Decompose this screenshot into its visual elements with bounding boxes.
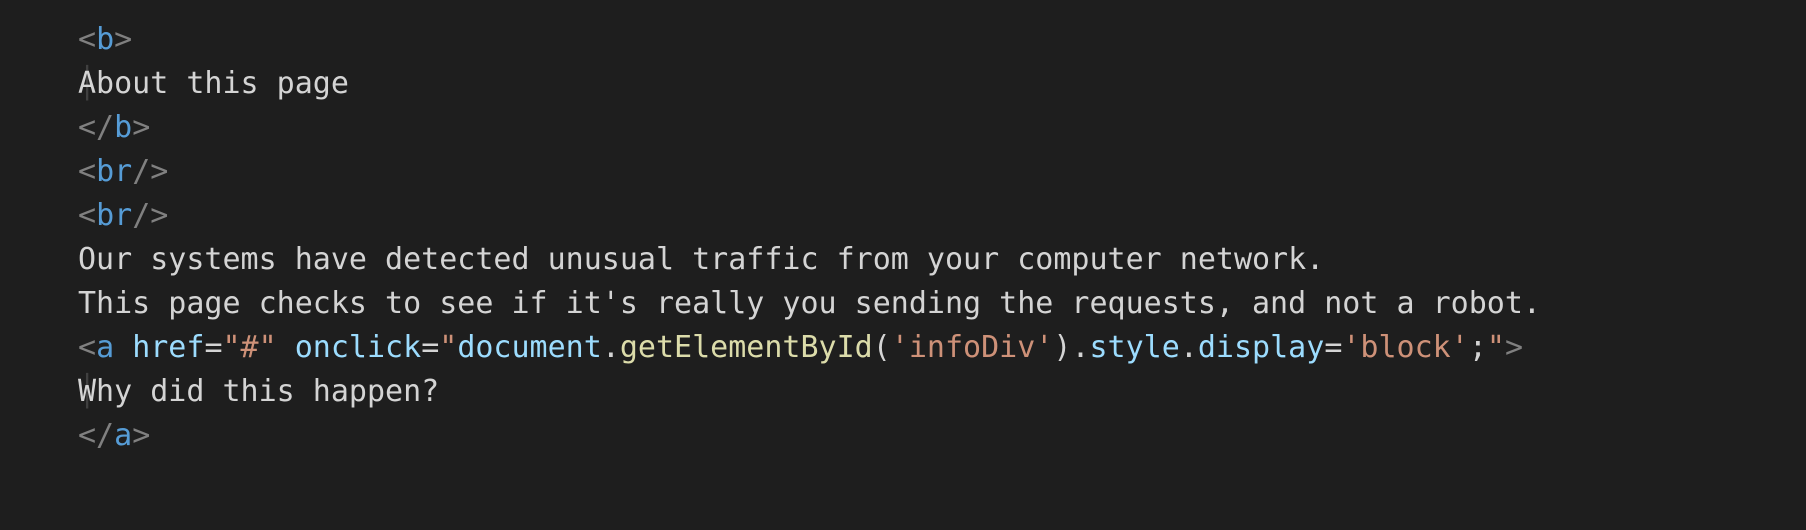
text-content: About this page xyxy=(78,66,349,101)
js-display: display xyxy=(1198,330,1324,365)
js-style: style xyxy=(1090,330,1180,365)
code-line: </a> xyxy=(78,418,150,453)
tag-name-br: br xyxy=(96,198,132,233)
tag-open-bracket: < xyxy=(78,198,96,233)
code-line: │ Why did this happen? xyxy=(78,374,439,409)
code-line: <br/> xyxy=(78,154,168,189)
js-assign: = xyxy=(1324,330,1342,365)
js-getelementbyid: getElementById xyxy=(620,330,873,365)
js-string-block: 'block' xyxy=(1342,330,1468,365)
tag-close-bracket: > xyxy=(132,110,150,145)
tag-self-close: /> xyxy=(132,154,168,189)
text-content: Why did this happen? xyxy=(78,374,439,409)
tag-open-bracket: < xyxy=(78,330,96,365)
attr-onclick: onclick xyxy=(295,330,421,365)
js-dot: . xyxy=(1071,330,1089,365)
code-line: <br/> xyxy=(78,198,168,233)
tag-open-bracket: </ xyxy=(78,110,114,145)
tag-close-bracket: > xyxy=(1505,330,1523,365)
code-line: │ About this page xyxy=(78,66,349,101)
tag-name-a: a xyxy=(96,330,114,365)
string-quote: " xyxy=(1487,330,1505,365)
code-line: </b> xyxy=(78,110,150,145)
js-dot: . xyxy=(602,330,620,365)
tag-open-bracket: < xyxy=(78,154,96,189)
code-line: This page checks to see if it's really y… xyxy=(78,286,1541,321)
tag-open-bracket: </ xyxy=(78,418,114,453)
tag-self-close: /> xyxy=(132,198,168,233)
js-document: document xyxy=(457,330,602,365)
code-editor-viewport[interactable]: <b> │ About this page </b> <br/> <br/> O… xyxy=(0,0,1806,458)
attr-href: href xyxy=(132,330,204,365)
tag-name-a: a xyxy=(114,418,132,453)
whitespace xyxy=(277,330,295,365)
tag-name-b: b xyxy=(114,110,132,145)
tag-close-bracket: > xyxy=(132,418,150,453)
js-paren-open: ( xyxy=(873,330,891,365)
js-paren-close: ) xyxy=(1053,330,1071,365)
text-content: This page checks to see if it's really y… xyxy=(78,286,1541,321)
tag-open-bracket: < xyxy=(78,22,96,57)
code-line: <b> xyxy=(78,22,132,57)
string-quote: " xyxy=(439,330,457,365)
tag-name-br: br xyxy=(96,154,132,189)
code-line: <a href="#" onclick="document.getElement… xyxy=(78,330,1523,365)
attr-href-value: "#" xyxy=(223,330,277,365)
js-dot: . xyxy=(1180,330,1198,365)
tag-close-bracket: > xyxy=(114,22,132,57)
js-semicolon: ; xyxy=(1469,330,1487,365)
text-content: Our systems have detected unusual traffi… xyxy=(78,242,1324,277)
tag-name-b: b xyxy=(96,22,114,57)
whitespace xyxy=(114,330,132,365)
code-line: Our systems have detected unusual traffi… xyxy=(78,242,1324,277)
js-string-infodiv: 'infoDiv' xyxy=(891,330,1054,365)
equals-sign: = xyxy=(204,330,222,365)
equals-sign: = xyxy=(421,330,439,365)
